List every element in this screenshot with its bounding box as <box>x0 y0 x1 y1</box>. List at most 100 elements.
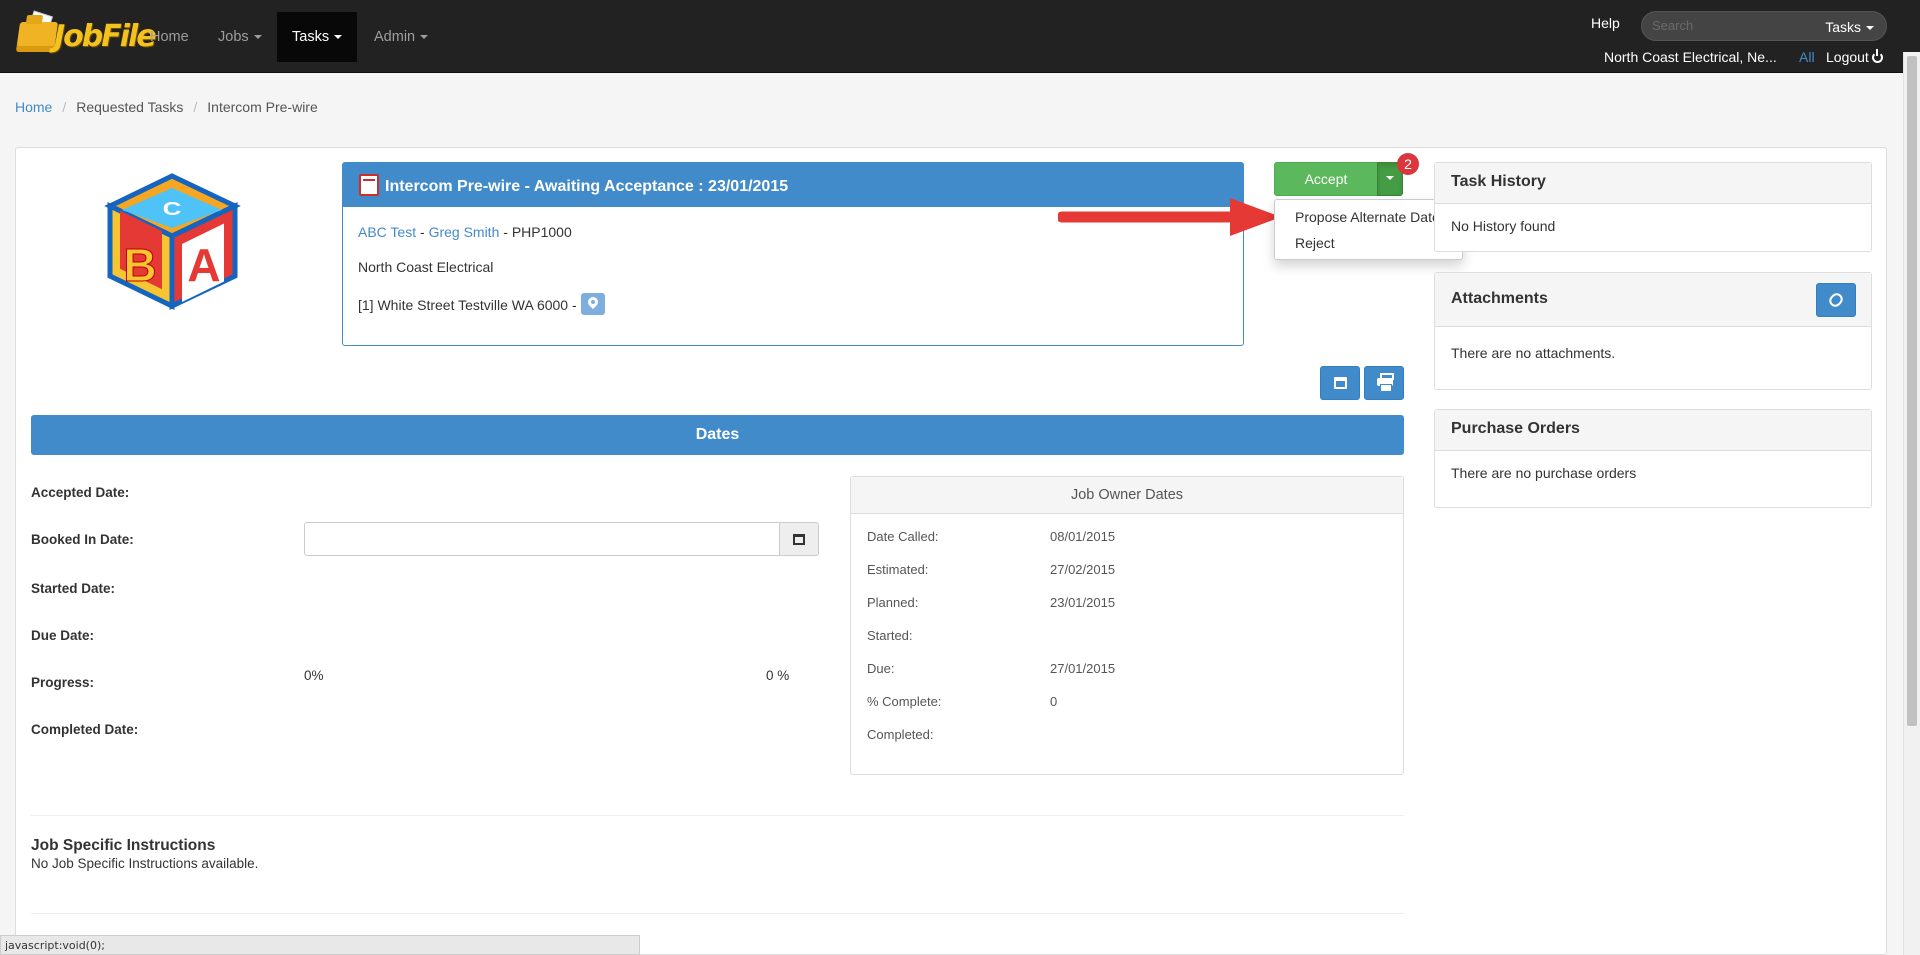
vertical-scrollbar[interactable] <box>1903 52 1920 955</box>
calendar-icon <box>1334 377 1347 389</box>
client-link[interactable]: ABC Test <box>358 224 416 240</box>
attachments-title: Attachments <box>1435 273 1871 327</box>
task-client-line: ABC Test - Greg Smith - PHP1000 <box>358 224 572 240</box>
job-instructions-text: No Job Specific Instructions available. <box>31 856 259 871</box>
owner-row-label: % Complete: <box>867 694 942 709</box>
job-instructions-title: Job Specific Instructions <box>31 837 216 854</box>
job-owner-dates-title: Job Owner Dates <box>851 477 1403 514</box>
nav-home-label: Home <box>150 29 189 45</box>
task-address-line: [1] White Street Testville WA 6000 - <box>358 293 605 315</box>
search-input[interactable]: Search Tasks <box>1641 11 1887 41</box>
annotation-badge-2: 2 <box>1397 153 1419 175</box>
owner-row-value: 27/02/2015 <box>1050 562 1116 577</box>
breadcrumb-current: Intercom Pre-wire <box>207 99 318 115</box>
add-attachment-button[interactable] <box>1816 283 1856 317</box>
client-separator: - <box>416 224 429 240</box>
booked-in-date-field[interactable] <box>304 522 780 556</box>
caret-down-icon <box>420 35 429 40</box>
divider <box>31 913 1404 914</box>
owner-row-value: 08/01/2015 <box>1050 529 1116 544</box>
owner-row-value: 27/01/2015 <box>1050 661 1116 676</box>
caret-down-icon <box>253 35 262 40</box>
accept-button[interactable]: Accept <box>1274 162 1378 196</box>
attachments-panel: Attachments There are no attachments. <box>1434 272 1872 390</box>
accepted-date-label: Accepted Date: <box>31 485 130 500</box>
menu-item-reject[interactable]: Reject <box>1295 235 1335 251</box>
purchase-orders-text: There are no purchase orders <box>1451 465 1637 481</box>
task-title: Intercom Pre-wire - Awaiting Acceptance … <box>385 178 789 195</box>
nav-tasks[interactable]: Tasks <box>277 12 358 62</box>
progress-value-left: 0% <box>304 668 324 683</box>
owner-row-value: 23/01/2015 <box>1050 595 1116 610</box>
nav-jobs[interactable]: Jobs <box>203 12 277 62</box>
caret-down-icon <box>1386 176 1394 181</box>
purchase-orders-panel: Purchase Orders There are no purchase or… <box>1434 409 1872 508</box>
started-date-label: Started Date: <box>31 581 116 596</box>
owner-row-label: Estimated: <box>867 562 929 577</box>
owner-row-label: Completed: <box>867 727 934 742</box>
dates-section-header: Dates <box>31 415 1404 455</box>
nav-tasks-label: Tasks <box>292 29 330 45</box>
contact-link[interactable]: Greg Smith <box>429 224 500 240</box>
logout-link[interactable]: Logout <box>1826 49 1883 65</box>
job-owner-dates-panel: Job Owner Dates Date Called: 08/01/2015 … <box>850 476 1404 775</box>
due-date-label: Due Date: <box>31 628 95 643</box>
task-history-panel: Task History No History found <box>1434 162 1872 252</box>
nav-admin[interactable]: Admin <box>359 12 443 62</box>
logout-label: Logout <box>1826 49 1869 65</box>
search-scope-label: Tasks <box>1825 19 1861 35</box>
task-document-icon <box>359 174 379 196</box>
print-icon <box>1377 373 1394 392</box>
caret-down-icon <box>334 35 343 40</box>
divider <box>31 815 1404 816</box>
scrollbar-thumb[interactable] <box>1907 56 1917 726</box>
menu-item-propose-alternate-date[interactable]: Propose Alternate Date <box>1295 209 1440 225</box>
search-scope-dropdown[interactable]: Tasks <box>1825 19 1874 35</box>
block-letter-c: C <box>163 199 182 219</box>
owner-row-value: 0 <box>1050 694 1058 709</box>
progress-value-right: 0 % <box>766 668 790 683</box>
breadcrumb: Home / Requested Tasks / Intercom Pre-wire <box>15 99 318 115</box>
nav-home[interactable]: Home <box>135 12 204 62</box>
power-icon <box>1871 49 1883 63</box>
job-code: - PHP1000 <box>499 224 572 240</box>
help-link[interactable]: Help <box>1591 15 1620 31</box>
block-letter-a: A <box>187 239 220 291</box>
breadcrumb-separator: / <box>193 99 198 115</box>
calendar-button[interactable] <box>1320 366 1360 400</box>
all-companies-link[interactable]: All <box>1799 49 1815 65</box>
owner-row-label: Date Called: <box>867 529 939 544</box>
block-letter-b: B <box>123 239 156 291</box>
owner-row-label: Planned: <box>867 595 919 610</box>
task-history-text: No History found <box>1451 218 1556 234</box>
breadcrumb-separator: / <box>62 99 67 115</box>
logo-folder-icon <box>15 22 59 52</box>
calendar-icon <box>793 534 805 545</box>
attachments-text: There are no attachments. <box>1451 345 1616 361</box>
owner-row-label: Started: <box>867 628 913 643</box>
company-name[interactable]: North Coast Electrical, Ne... <box>1604 49 1777 65</box>
annotation-arrow <box>1058 198 1281 236</box>
search-placeholder: Search <box>1652 18 1694 33</box>
breadcrumb-home[interactable]: Home <box>15 99 52 115</box>
abc-block-image: C B A <box>104 173 241 310</box>
map-marker-icon[interactable] <box>580 293 605 315</box>
paperclip-icon <box>1826 290 1846 310</box>
breadcrumb-requested-tasks: Requested Tasks <box>76 99 184 115</box>
caret-down-icon <box>1866 26 1874 31</box>
nav-admin-label: Admin <box>374 29 416 45</box>
purchase-orders-title: Purchase Orders <box>1435 410 1871 451</box>
jobfile-logo[interactable]: JobFile <box>14 10 157 60</box>
completed-date-label: Completed Date: <box>31 722 139 737</box>
progress-label: Progress: <box>31 675 95 690</box>
booked-in-date-picker-button[interactable] <box>779 522 819 556</box>
nav-jobs-label: Jobs <box>218 29 249 45</box>
print-button[interactable] <box>1364 366 1404 400</box>
task-address: [1] White Street Testville WA 6000 - <box>358 297 581 313</box>
task-summary-card: Intercom Pre-wire - Awaiting Acceptance … <box>342 162 1244 346</box>
task-history-title: Task History <box>1435 163 1871 204</box>
browser-status-bar: javascript:void(0); <box>0 935 640 955</box>
task-company: North Coast Electrical <box>358 259 494 275</box>
owner-row-label: Due: <box>867 661 895 676</box>
top-navbar: JobFile Home Jobs Tasks Admin Help Searc… <box>0 0 1920 73</box>
